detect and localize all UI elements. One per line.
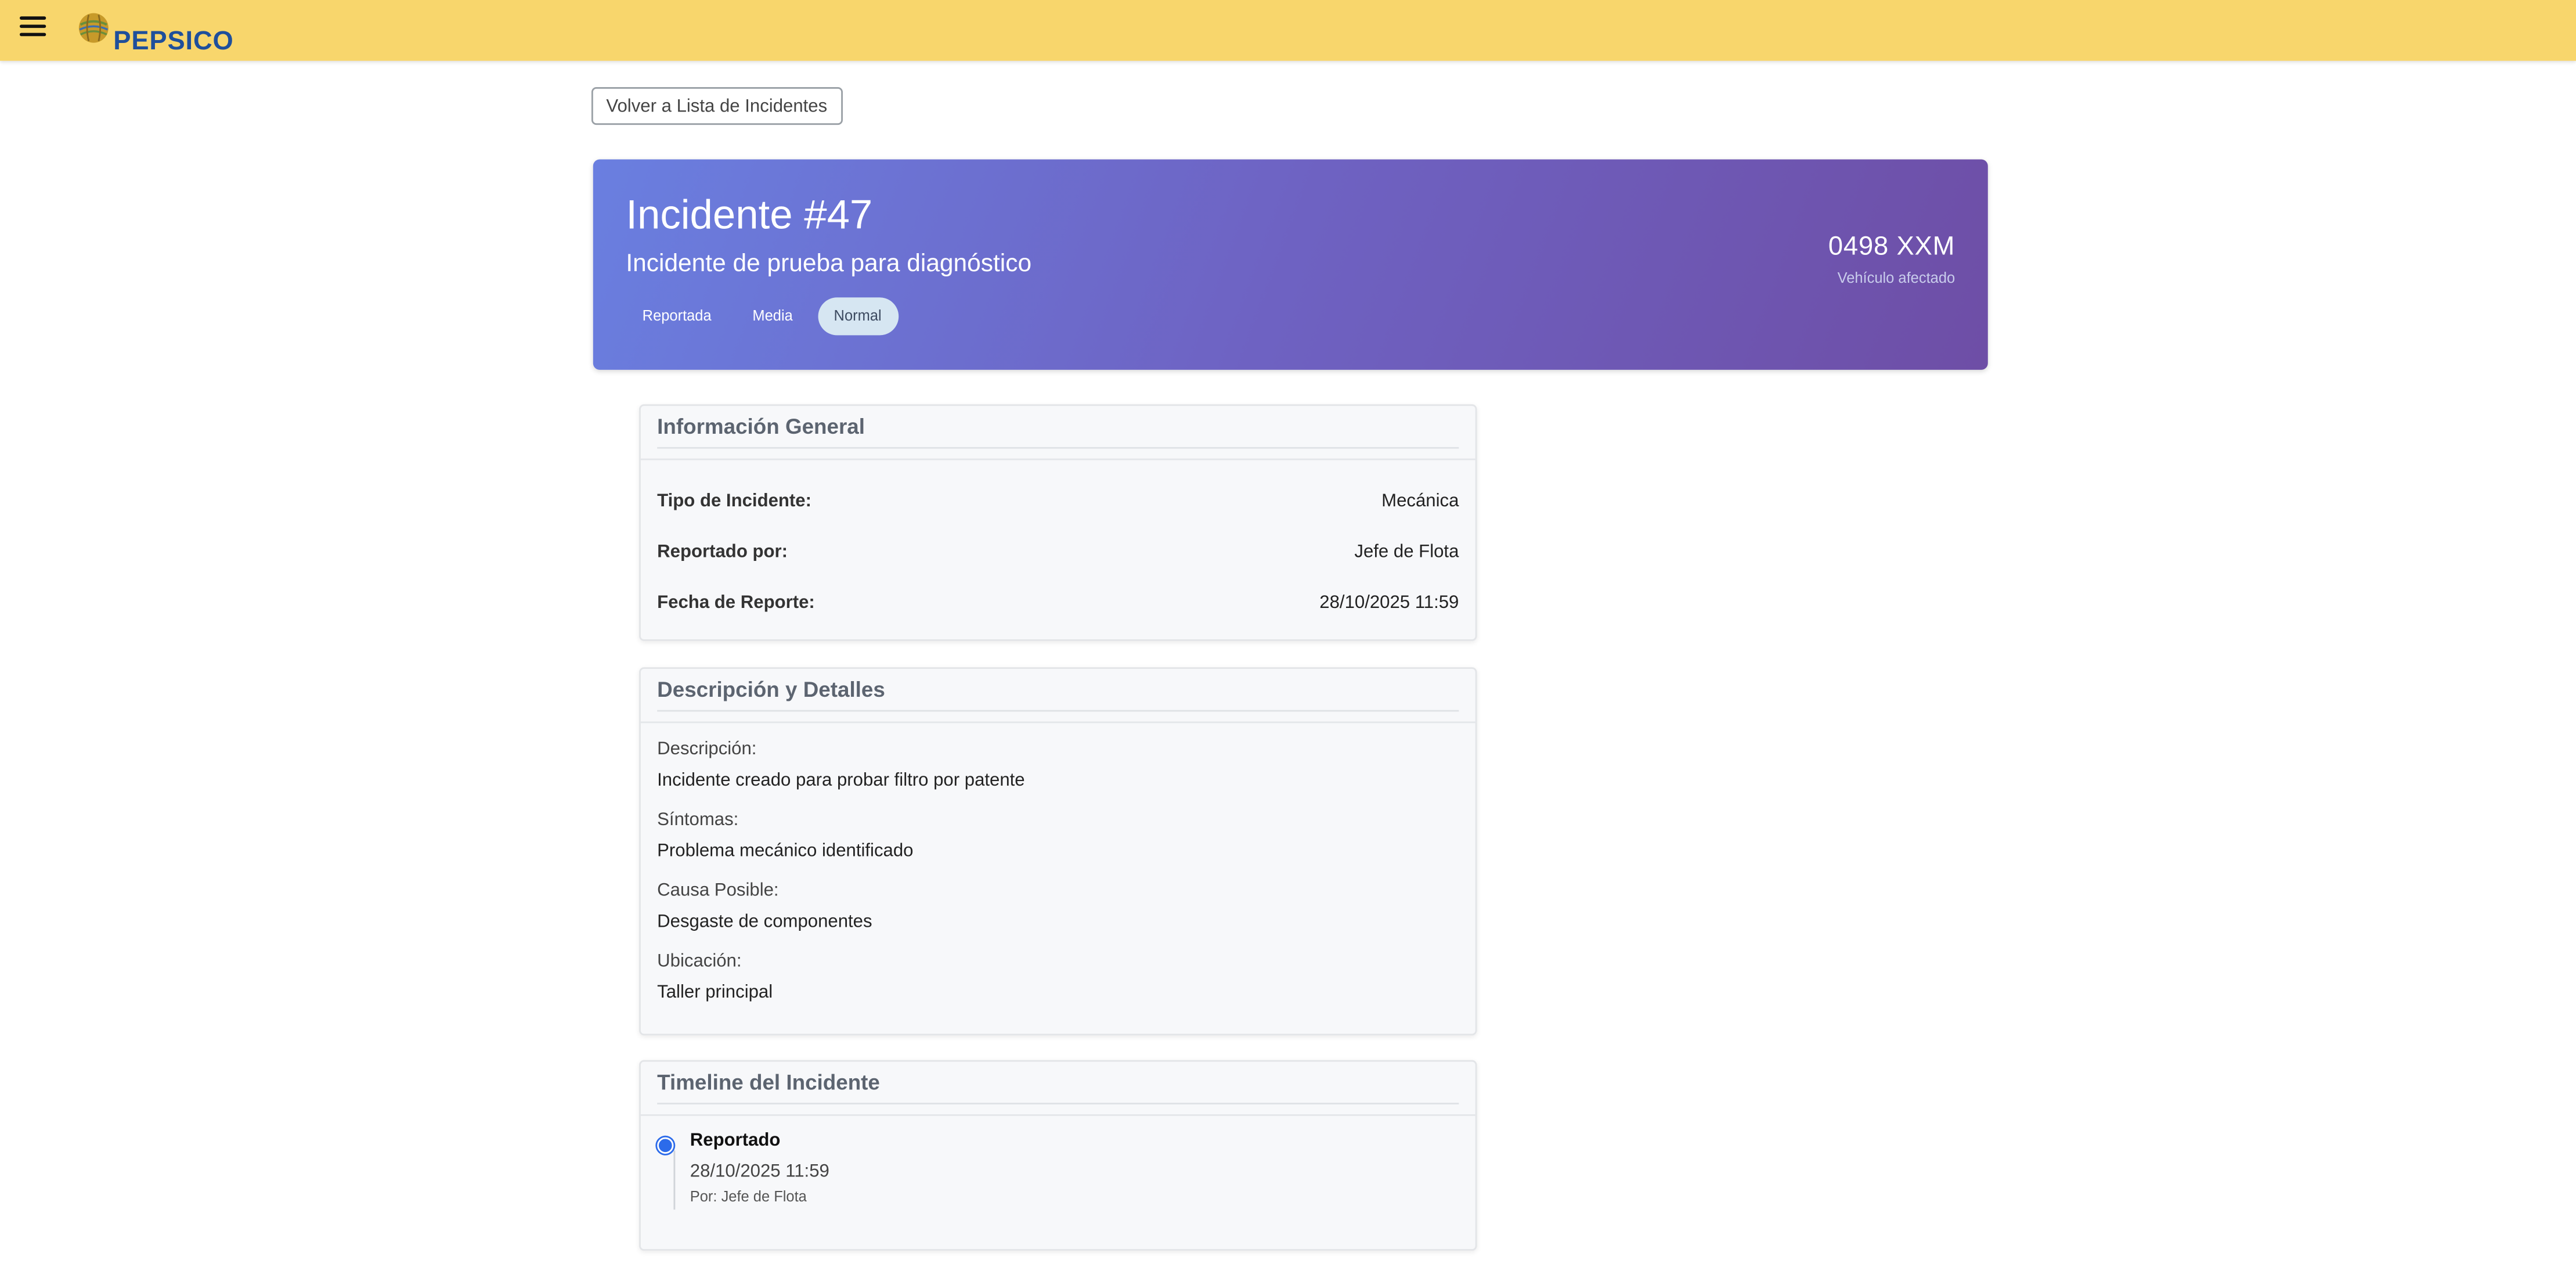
card-title: Descripción y Detalles [657,669,1459,712]
priority-badge: Media [752,307,793,324]
details-card: Descripción y Detalles Descripción: Inci… [639,667,1477,1036]
incident-subtitle: Incidente de prueba para diagnóstico [626,250,1032,278]
vehicle-info: 0498 XXM Vehículo afectado [1828,232,1955,287]
brand-name: PEPSICO [113,28,234,56]
card-header: Timeline del Incidente [640,1061,1475,1116]
info-value: Jefe de Flota [1354,542,1459,562]
info-value: 28/10/2025 11:59 [1319,593,1459,613]
pepsico-globe-icon [78,13,109,43]
incident-title: Incidente #47 [626,192,873,239]
info-label: Tipo de Incidente: [657,491,811,512]
top-navbar: PEPSICO [0,0,2576,61]
timeline-dot-icon [657,1137,674,1154]
timeline-card: Timeline del Incidente Reportado 28/10/2… [639,1060,1477,1251]
card-title: Información General [657,406,1459,449]
timeline-author: Por: Jefe de Flota [690,1188,807,1205]
card-title: Timeline del Incidente [657,1061,1459,1105]
detail-value: Desgaste de componentes [657,912,872,932]
detail-value: Taller principal [657,982,773,1003]
timeline-line [673,1150,676,1210]
info-row-reporter: Reportado por: Jefe de Flota [641,528,1475,579]
detail-item-cause: Causa Posible: Desgaste de componentes [641,879,1475,950]
info-row-type: Tipo de Incidente: Mecánica [641,477,1475,528]
detail-value: Problema mecánico identificado [657,841,914,862]
info-row-date: Fecha de Reporte: 28/10/2025 11:59 [641,578,1475,629]
card-header: Información General [640,406,1475,460]
detail-item-symptoms: Síntomas: Problema mecánico identificado [641,809,1475,880]
info-label: Reportado por: [657,542,788,562]
brand-logo[interactable]: PEPSICO [75,10,233,56]
back-to-list-button[interactable]: Volver a Lista de Incidentes [591,87,842,125]
incident-badges: Reportada Media Normal [626,297,898,336]
severity-badge: Normal [817,297,898,336]
card-header: Descripción y Detalles [640,669,1475,724]
incident-header: Incidente #47 Incidente de prueba para d… [593,159,1988,370]
detail-label: Síntomas: [657,810,739,830]
timeline-date: 28/10/2025 11:59 [690,1162,829,1182]
detail-label: Ubicación: [657,951,742,971]
page: PEPSICO Volver a Lista de Incidentes Inc… [0,0,2576,1267]
info-label: Fecha de Reporte: [657,593,815,613]
detail-label: Causa Posible: [657,881,779,901]
vehicle-plate: 0498 XXM [1828,233,1956,262]
vehicle-plate-label: Vehículo afectado [1837,269,1956,286]
detail-item-description: Descripción: Incidente creado para proba… [641,738,1475,809]
general-info-card: Información General Tipo de Incidente: M… [639,404,1477,641]
info-value: Mecánica [1381,491,1459,512]
timeline-status: Reportado [690,1131,781,1151]
detail-label: Descripción: [657,739,757,760]
status-badge: Reportada [642,307,712,324]
hamburger-menu-icon[interactable] [19,16,46,42]
detail-value: Incidente creado para probar filtro por … [657,771,1025,791]
detail-item-location: Ubicación: Taller principal [641,950,1475,1021]
